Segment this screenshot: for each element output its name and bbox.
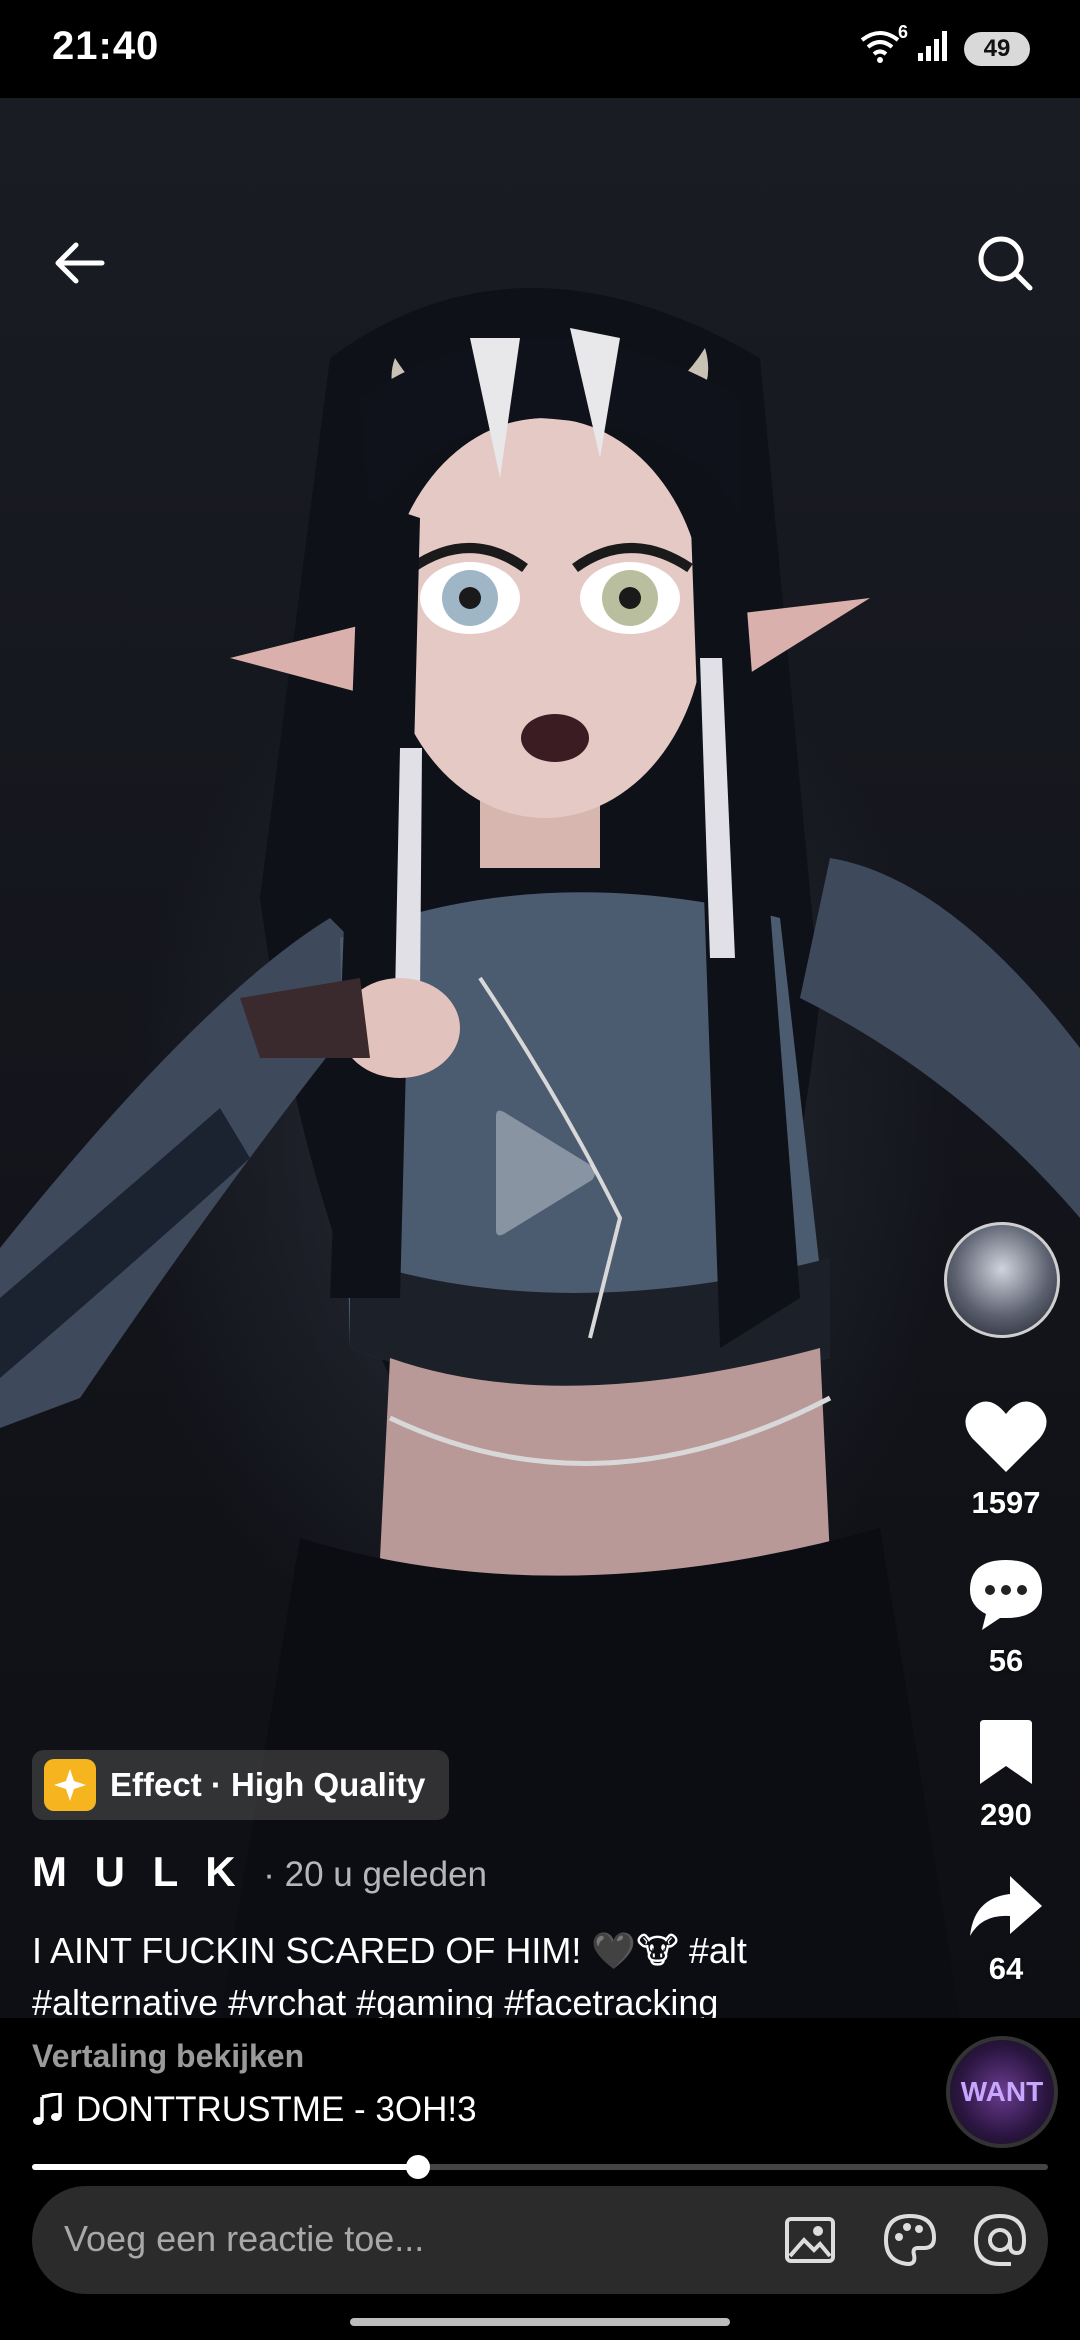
like-button[interactable]: 1597 xyxy=(950,1398,1062,1521)
comment-count: 56 xyxy=(988,1643,1024,1678)
comment-placeholder: Voeg een reactie toe... xyxy=(64,2218,425,2259)
music-track: DONTTRUSTME - 3OH!3 xyxy=(76,2090,477,2129)
wifi-badge: 6 xyxy=(897,22,908,42)
bookmark-icon xyxy=(980,1720,1032,1784)
progress-fill xyxy=(32,2164,419,2170)
like-count: 1597 xyxy=(971,1485,1041,1520)
arrow-left-icon xyxy=(55,242,105,284)
video-frame xyxy=(0,288,1080,2018)
author-avatar[interactable] xyxy=(944,1222,1060,1338)
effect-label: Effect · High Quality xyxy=(110,1766,426,1803)
share-button[interactable]: 64 xyxy=(950,1872,1062,1987)
playback-progress[interactable] xyxy=(32,2155,1048,2179)
play-icon xyxy=(496,1110,595,1236)
author-name[interactable]: M U L K xyxy=(32,1848,244,1895)
search-icon xyxy=(978,236,1033,291)
wifi-icon: 6 xyxy=(858,22,908,69)
status-icons: 6 49 xyxy=(858,22,1030,69)
emoji-button[interactable] xyxy=(882,2212,938,2268)
battery-indicator: 49 xyxy=(964,31,1030,66)
post-time: · 20 u geleden xyxy=(263,1855,488,1894)
share-icon xyxy=(970,1876,1042,1936)
see-translation-link[interactable]: Vertaling bekijken xyxy=(32,2038,304,2075)
mention-button[interactable] xyxy=(972,2212,1028,2268)
heart-icon xyxy=(965,1401,1047,1472)
music-info[interactable]: DONTTRUSTME - 3OH!3 xyxy=(32,2090,477,2130)
progress-knob[interactable] xyxy=(406,2155,431,2179)
music-disc[interactable]: WANT xyxy=(946,2036,1058,2148)
effect-chip[interactable]: Effect · High Quality xyxy=(32,1750,450,1820)
save-button[interactable]: 290 xyxy=(950,1718,1062,1833)
post-caption[interactable]: I AINT FUCKIN SCARED OF HIM! 🖤🐮 #alt #al… xyxy=(32,1925,902,2029)
video-player[interactable] xyxy=(0,98,1080,2018)
palette-icon xyxy=(883,2213,937,2267)
home-indicator[interactable] xyxy=(350,2318,730,2326)
signal-icon xyxy=(916,29,950,68)
at-sign-icon xyxy=(973,2213,1027,2266)
comment-button[interactable]: 56 xyxy=(950,1556,1062,1679)
image-icon xyxy=(785,2217,835,2263)
back-button[interactable] xyxy=(45,228,115,298)
comment-icon xyxy=(970,1560,1042,1630)
comment-input[interactable]: Voeg een reactie toe... xyxy=(32,2186,1048,2294)
play-button[interactable] xyxy=(488,1108,598,1243)
status-time: 21:40 xyxy=(52,24,160,68)
music-note-icon xyxy=(33,2093,62,2125)
status-bar: 21:40 6 49 xyxy=(0,0,1080,98)
search-button[interactable] xyxy=(970,228,1040,298)
effect-sparkle-icon xyxy=(44,1759,96,1811)
share-count: 64 xyxy=(988,1951,1024,1986)
image-button[interactable] xyxy=(782,2212,838,2268)
save-count: 290 xyxy=(980,1797,1032,1832)
author-line: M U L K · 20 u geleden xyxy=(32,1848,487,1896)
